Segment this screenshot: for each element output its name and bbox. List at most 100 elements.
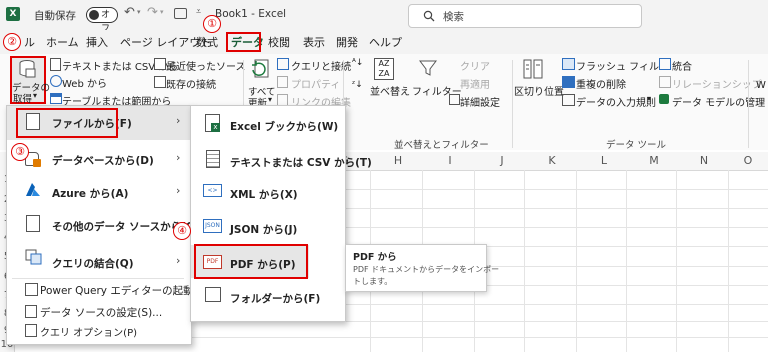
xml-file-icon: <> [203, 184, 222, 197]
submenu-item-from-json[interactable]: JSON から(J) [230, 222, 297, 237]
grid-line [626, 170, 627, 352]
search-box[interactable]: 検索 [408, 4, 642, 28]
query-options-icon [25, 324, 37, 337]
menu-item-combine-queries[interactable]: クエリの結合(Q) [52, 256, 134, 271]
json-file-icon: JSON [203, 219, 222, 233]
consolidate-button[interactable]: 統合 [672, 58, 692, 73]
other-sources-icon [26, 215, 40, 232]
autosave-toggle[interactable]: オフ [86, 7, 118, 34]
sort-button[interactable]: 並べ替え [370, 83, 410, 98]
existing-connections-button[interactable]: 既存の接続 [166, 76, 216, 91]
menu-item-data-source-settings[interactable]: データ ソースの設定(S)... [40, 305, 162, 320]
undo-dropdown-icon[interactable]: ▾ [137, 8, 141, 16]
text-to-columns-button[interactable]: 区切り位置 [514, 83, 564, 98]
excel-logo-icon: X [6, 7, 20, 21]
menu-item-from-azure[interactable]: Azure から(A) [52, 186, 128, 201]
toggle-knob [89, 10, 99, 20]
filter-icon [419, 60, 437, 76]
ribbon-separator [512, 60, 513, 148]
file-name: Book1 - Excel [215, 8, 287, 20]
grid-line [676, 170, 677, 352]
from-web-button[interactable]: Web から [62, 75, 107, 90]
queries-connections-button[interactable]: クエリと接続 [291, 58, 351, 73]
text-file-icon [206, 150, 220, 168]
grid-line [728, 170, 729, 352]
column-header-n[interactable]: N [678, 152, 730, 170]
chevron-right-icon: › [176, 184, 181, 197]
folder-icon [205, 287, 221, 302]
data-source-settings-icon [25, 305, 37, 318]
tab-file[interactable]: ル [24, 34, 35, 50]
remove-duplicates-icon [562, 76, 575, 88]
submenu-item-from-folder[interactable]: フォルダーから(F) [230, 291, 320, 306]
combine-queries-icon [25, 249, 42, 265]
reapply-button[interactable]: 再適用 [460, 76, 490, 91]
recent-sources-icon [154, 58, 166, 70]
ribbon-separator [748, 60, 749, 148]
database-badge-icon [33, 159, 41, 167]
tab-insert[interactable]: 挿入 [86, 34, 108, 50]
chevron-right-icon: › [176, 114, 181, 127]
chevron-right-icon: › [176, 151, 181, 164]
flash-fill-button[interactable]: フラッシュ フィル [576, 58, 659, 73]
sort-az-icon[interactable]: ᴬ↓ [352, 58, 363, 68]
advanced-filter-button[interactable]: 詳細設定 [460, 94, 500, 109]
globe-icon [50, 75, 62, 87]
data-validation-button[interactable]: データの入力規則 [576, 94, 656, 109]
remove-duplicates-button[interactable]: 重複の削除 [576, 76, 626, 91]
sort-za-icon[interactable]: ᶻ↓ [352, 80, 363, 90]
recent-sources-button[interactable]: 最近使ったソース [166, 58, 246, 73]
customize-qat-icon[interactable]: ⩡ [196, 7, 201, 17]
data-validation-icon [562, 94, 575, 106]
tab-view[interactable]: 表示 [303, 34, 325, 50]
tab-formulas[interactable]: 数式 [196, 34, 218, 50]
annotation-box-from-pdf [194, 244, 308, 279]
redo-icon[interactable]: ↷ [147, 5, 158, 20]
column-header-m[interactable]: M [628, 152, 680, 170]
column-header-k[interactable]: K [526, 152, 578, 170]
azure-icon [26, 183, 40, 196]
properties-icon [277, 76, 288, 88]
column-header-h[interactable]: H [372, 152, 424, 170]
camera-icon[interactable] [174, 8, 187, 19]
column-header-o[interactable]: O [728, 152, 768, 170]
step-marker-2: ② [3, 33, 21, 51]
tab-help[interactable]: ヘルプ [369, 34, 402, 50]
sort-filter-group-label: 並べ替えとフィルター [394, 140, 489, 151]
power-query-icon [25, 283, 38, 296]
data-model-button[interactable]: データ モデルの管理 [672, 94, 765, 109]
database-icon [19, 60, 36, 78]
queries-connections-icon [277, 58, 289, 70]
tab-home[interactable]: ホーム [46, 34, 79, 50]
tooltip-title: PDF から [353, 252, 397, 263]
chevron-down-icon: ▾ [268, 95, 273, 104]
tab-developer[interactable]: 開発 [336, 34, 358, 50]
chevron-right-icon: › [176, 254, 181, 267]
next-group-clipped: W [756, 80, 766, 91]
data-model-icon [659, 94, 669, 104]
search-placeholder: 検索 [443, 11, 464, 23]
table-icon [50, 93, 62, 104]
annotation-box-data-tab [226, 32, 261, 52]
clear-filter-button[interactable]: クリア [460, 58, 490, 73]
submenu-item-from-text-csv[interactable]: テキストまたは CSV から(T) [230, 155, 372, 170]
properties-button[interactable]: プロパティ [291, 76, 340, 91]
tooltip-line-1: PDF ドキュメントからデータをインポー [353, 265, 500, 274]
step-marker-1: ① [203, 15, 221, 33]
column-header-j[interactable]: J [476, 152, 528, 170]
submenu-item-from-excel[interactable]: Excel ブックから(W) [230, 119, 338, 134]
submenu-item-from-xml[interactable]: XML から(X) [230, 187, 298, 202]
data-tools-group-label: データ ツール [606, 140, 667, 151]
column-header-i[interactable]: I [424, 152, 476, 170]
redo-dropdown-icon[interactable]: ▾ [160, 8, 164, 16]
undo-icon[interactable]: ↶ [124, 5, 135, 20]
column-header-l[interactable]: L [578, 152, 630, 170]
text-csv-icon [50, 58, 61, 71]
autosave-label: 自動保存 [34, 10, 76, 22]
get-data-label-2: 取得 [13, 94, 33, 105]
step-marker-3: ③ [11, 143, 29, 161]
refresh-icon [252, 59, 269, 78]
menu-item-query-options[interactable]: クエリ オプション(P) [40, 324, 137, 339]
tab-review[interactable]: 校閲 [268, 34, 290, 50]
menu-item-from-database[interactable]: データベースから(D) [52, 153, 154, 168]
